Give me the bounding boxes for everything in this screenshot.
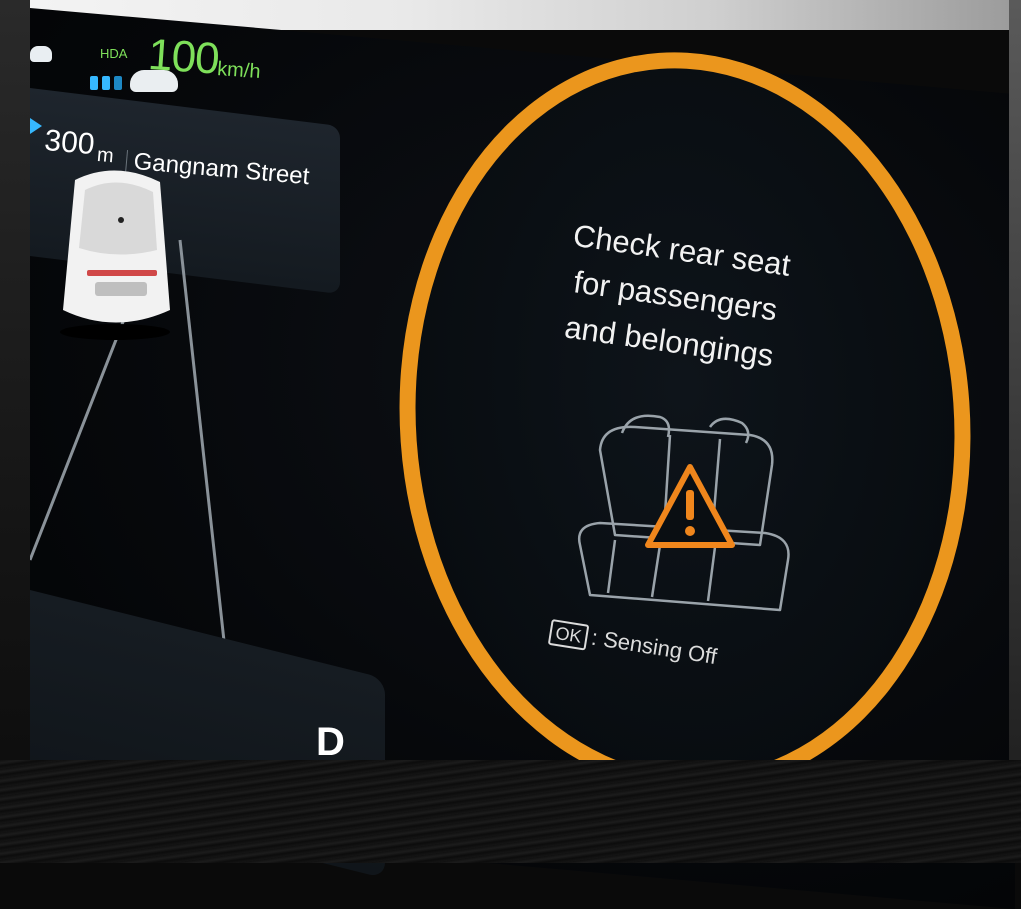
vehicle-icon [30,46,52,62]
turn-arrow-icon [30,118,42,134]
hda-label: HDA [100,46,128,61]
warning-triangle-icon [645,464,735,548]
lane-keep-icon [90,76,130,92]
rear-seat-warning-icon [577,414,790,612]
set-speed-unit: km/h [216,58,262,83]
dashboard-trim [0,760,1021,863]
bezel-left [0,0,30,863]
set-speed-value: 100 [146,30,221,84]
gear-indicator: D [316,720,345,764]
bezel-right [1009,0,1021,863]
ego-vehicle-icon [60,170,170,340]
nav-distance: 300 [43,124,96,162]
